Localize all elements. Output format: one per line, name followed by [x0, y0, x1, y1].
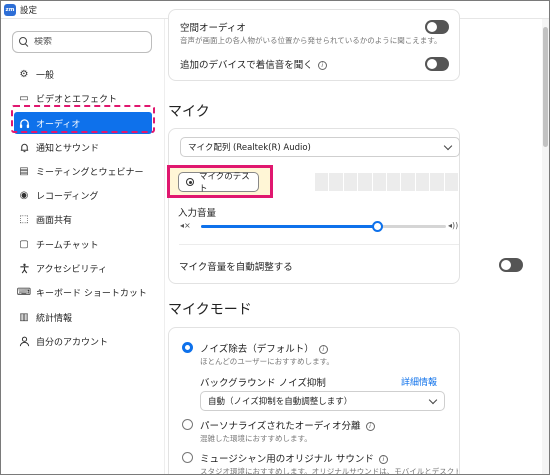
original-sound-desc: スタジオ環境におすすめします。オリジナルサウンドは、モバイルとデスクトップのどち…: [200, 467, 458, 475]
sidebar-item-label: 画面共有: [36, 215, 73, 226]
chat-icon: ▢: [19, 238, 29, 250]
original-sound-row: ミュージシャン用のオリジナル サウンド i: [200, 451, 388, 465]
spatial-audio-toggle[interactable]: [425, 20, 449, 34]
mic-mode-card: ノイズ除去（デフォルト） i ほとんどのユーザーにおすすめします。 バックグラウン…: [168, 327, 460, 475]
sidebar-item-label: 統計情報: [36, 313, 73, 324]
spatial-audio-title: 空間オーディオ: [180, 23, 246, 34]
sidebar-item-recording[interactable]: ◉ レコーディング: [14, 184, 152, 206]
sidebar-item-label: 通知とサウンド: [36, 143, 100, 154]
sidebar-item-screen-share[interactable]: ⬚ 画面共有: [14, 208, 152, 230]
noise-suppression-label: ノイズ除去（デフォルト）: [200, 344, 314, 355]
separator: [179, 244, 459, 245]
audio-options-card: 空間オーディオ 音声が画面上の各人物がいる位置から発せられているかのように聞こえ…: [168, 9, 460, 81]
bg-noise-value: 自動（ノイズ抑制を自動調整します）: [208, 397, 353, 407]
record-dot-icon: [186, 178, 194, 186]
keyboard-icon: ⌨: [16, 286, 32, 298]
accessibility-icon: [18, 262, 30, 274]
sidebar-item-label: レコーディング: [36, 191, 99, 202]
info-icon[interactable]: i: [317, 61, 327, 70]
sidebar-item-label: オーディオ: [36, 119, 81, 130]
window-title: 設定: [20, 5, 38, 16]
sidebar-item-account[interactable]: 自分のアカウント: [14, 330, 152, 352]
input-volume-fill: [201, 225, 378, 228]
personalized-isolation-label: パーソナライズされたオーディオ分離: [200, 421, 361, 432]
original-sound-label: ミュージシャン用のオリジナル サウンド: [200, 454, 374, 465]
search-input[interactable]: [34, 37, 144, 47]
sidebar-item-label: 自分のアカウント: [36, 337, 109, 348]
bg-noise-select[interactable]: 自動（ノイズ抑制を自動調整します）: [200, 391, 445, 411]
scrollbar[interactable]: [542, 19, 549, 474]
sidebar-item-label: 一般: [36, 70, 55, 81]
bg-noise-label: バックグラウンド ノイズ抑制: [200, 378, 326, 389]
headphones-icon: [18, 117, 30, 129]
bell-icon: [18, 141, 30, 153]
details-link[interactable]: 詳細情報: [401, 375, 437, 388]
radio-personalized-isolation[interactable]: [182, 419, 193, 430]
volume-high-icon: ◂)): [448, 221, 459, 230]
sidebar-item-meetings[interactable]: ▤ ミーティングとウェビナー: [14, 160, 152, 182]
input-volume-label: 入力音量: [178, 208, 217, 219]
info-icon[interactable]: i: [365, 422, 375, 431]
search-icon: [19, 37, 29, 47]
ring-additional-label: 追加のデバイスで着信音を聞く: [180, 60, 313, 71]
info-icon[interactable]: i: [318, 345, 328, 354]
sidebar-item-audio[interactable]: オーディオ: [14, 112, 152, 134]
mic-level-meter: [315, 173, 459, 191]
mic-device-select[interactable]: マイク配列 (Realtek(R) Audio): [180, 137, 460, 157]
auto-adjust-toggle[interactable]: [499, 258, 523, 272]
scrollbar-thumb[interactable]: [543, 27, 548, 147]
mic-device-value: マイク配列 (Realtek(R) Audio): [188, 143, 311, 153]
chevron-down-icon: [428, 395, 438, 405]
test-mic-button[interactable]: マイクのテスト: [178, 172, 259, 194]
test-mic-label: マイクのテスト: [198, 172, 250, 194]
noise-suppression-desc: ほとんどのユーザーにおすすめします。: [200, 357, 334, 366]
sidebar-item-label: ビデオとエフェクト: [36, 94, 118, 105]
sidebar-item-team-chat[interactable]: ▢ チームチャット: [14, 233, 152, 255]
sidebar-item-label: ミーティングとウェビナー: [36, 167, 144, 178]
search-box[interactable]: [12, 31, 152, 53]
screen-share-icon: ⬚: [19, 213, 29, 225]
personalized-isolation-row: パーソナライズされたオーディオ分離 i: [200, 418, 375, 432]
info-icon[interactable]: i: [378, 455, 388, 464]
chevron-down-icon: [443, 141, 453, 151]
gear-icon: ⚙: [19, 68, 29, 80]
meeting-icon: ▤: [19, 165, 29, 177]
settings-window: zm 設定 ⚙ 一般 ▭ ビデオとエフェクト オーディオ: [0, 0, 550, 475]
sidebar-item-notifications[interactable]: 通知とサウンド: [14, 136, 152, 158]
video-camera-icon: ▭: [19, 92, 29, 104]
sidebar-item-keyboard-shortcuts[interactable]: ⌨ キーボード ショートカット: [14, 281, 152, 303]
ring-additional-row: 追加のデバイスで着信音を聞く i: [180, 57, 327, 71]
sidebar-item-label: チームチャット: [36, 240, 99, 251]
sidebar-item-label: キーボード ショートカット: [36, 288, 147, 299]
record-icon: ◉: [19, 189, 29, 201]
radio-noise-suppression[interactable]: [182, 342, 193, 353]
sidebar-item-statistics[interactable]: ▥ 統計情報: [14, 306, 152, 328]
auto-adjust-label: マイク音量を自動調整する: [179, 262, 293, 273]
input-volume-slider[interactable]: [201, 221, 446, 232]
sidebar-item-label: アクセシビリティ: [36, 264, 108, 275]
spatial-audio-desc: 音声が画面上の各人物がいる位置から発せられているかのように聞こえます。: [180, 36, 442, 45]
zoom-logo-icon: zm: [4, 3, 16, 16]
personalized-isolation-desc: 混雑した環境におすすめします。: [200, 434, 312, 443]
stats-icon: ▥: [19, 311, 29, 323]
sidebar-item-video[interactable]: ▭ ビデオとエフェクト: [14, 87, 152, 109]
main-panel: 空間オーディオ 音声が画面上の各人物がいる位置から発せられているかのように聞こえ…: [165, 9, 549, 475]
mic-section-title: マイク: [168, 104, 210, 120]
volume-low-icon: ◂×: [180, 221, 191, 230]
radio-original-sound[interactable]: [182, 452, 193, 463]
noise-suppression-row: ノイズ除去（デフォルト） i: [200, 341, 328, 355]
sidebar: ⚙ 一般 ▭ ビデオとエフェクト オーディオ 通知とサウンド ▤: [1, 19, 164, 474]
mic-mode-section-title: マイクモード: [168, 302, 252, 318]
sidebar-item-accessibility[interactable]: アクセシビリティ: [14, 257, 152, 279]
sidebar-item-general[interactable]: ⚙ 一般: [14, 63, 152, 85]
account-icon: [18, 335, 30, 347]
ring-additional-toggle[interactable]: [425, 57, 449, 71]
